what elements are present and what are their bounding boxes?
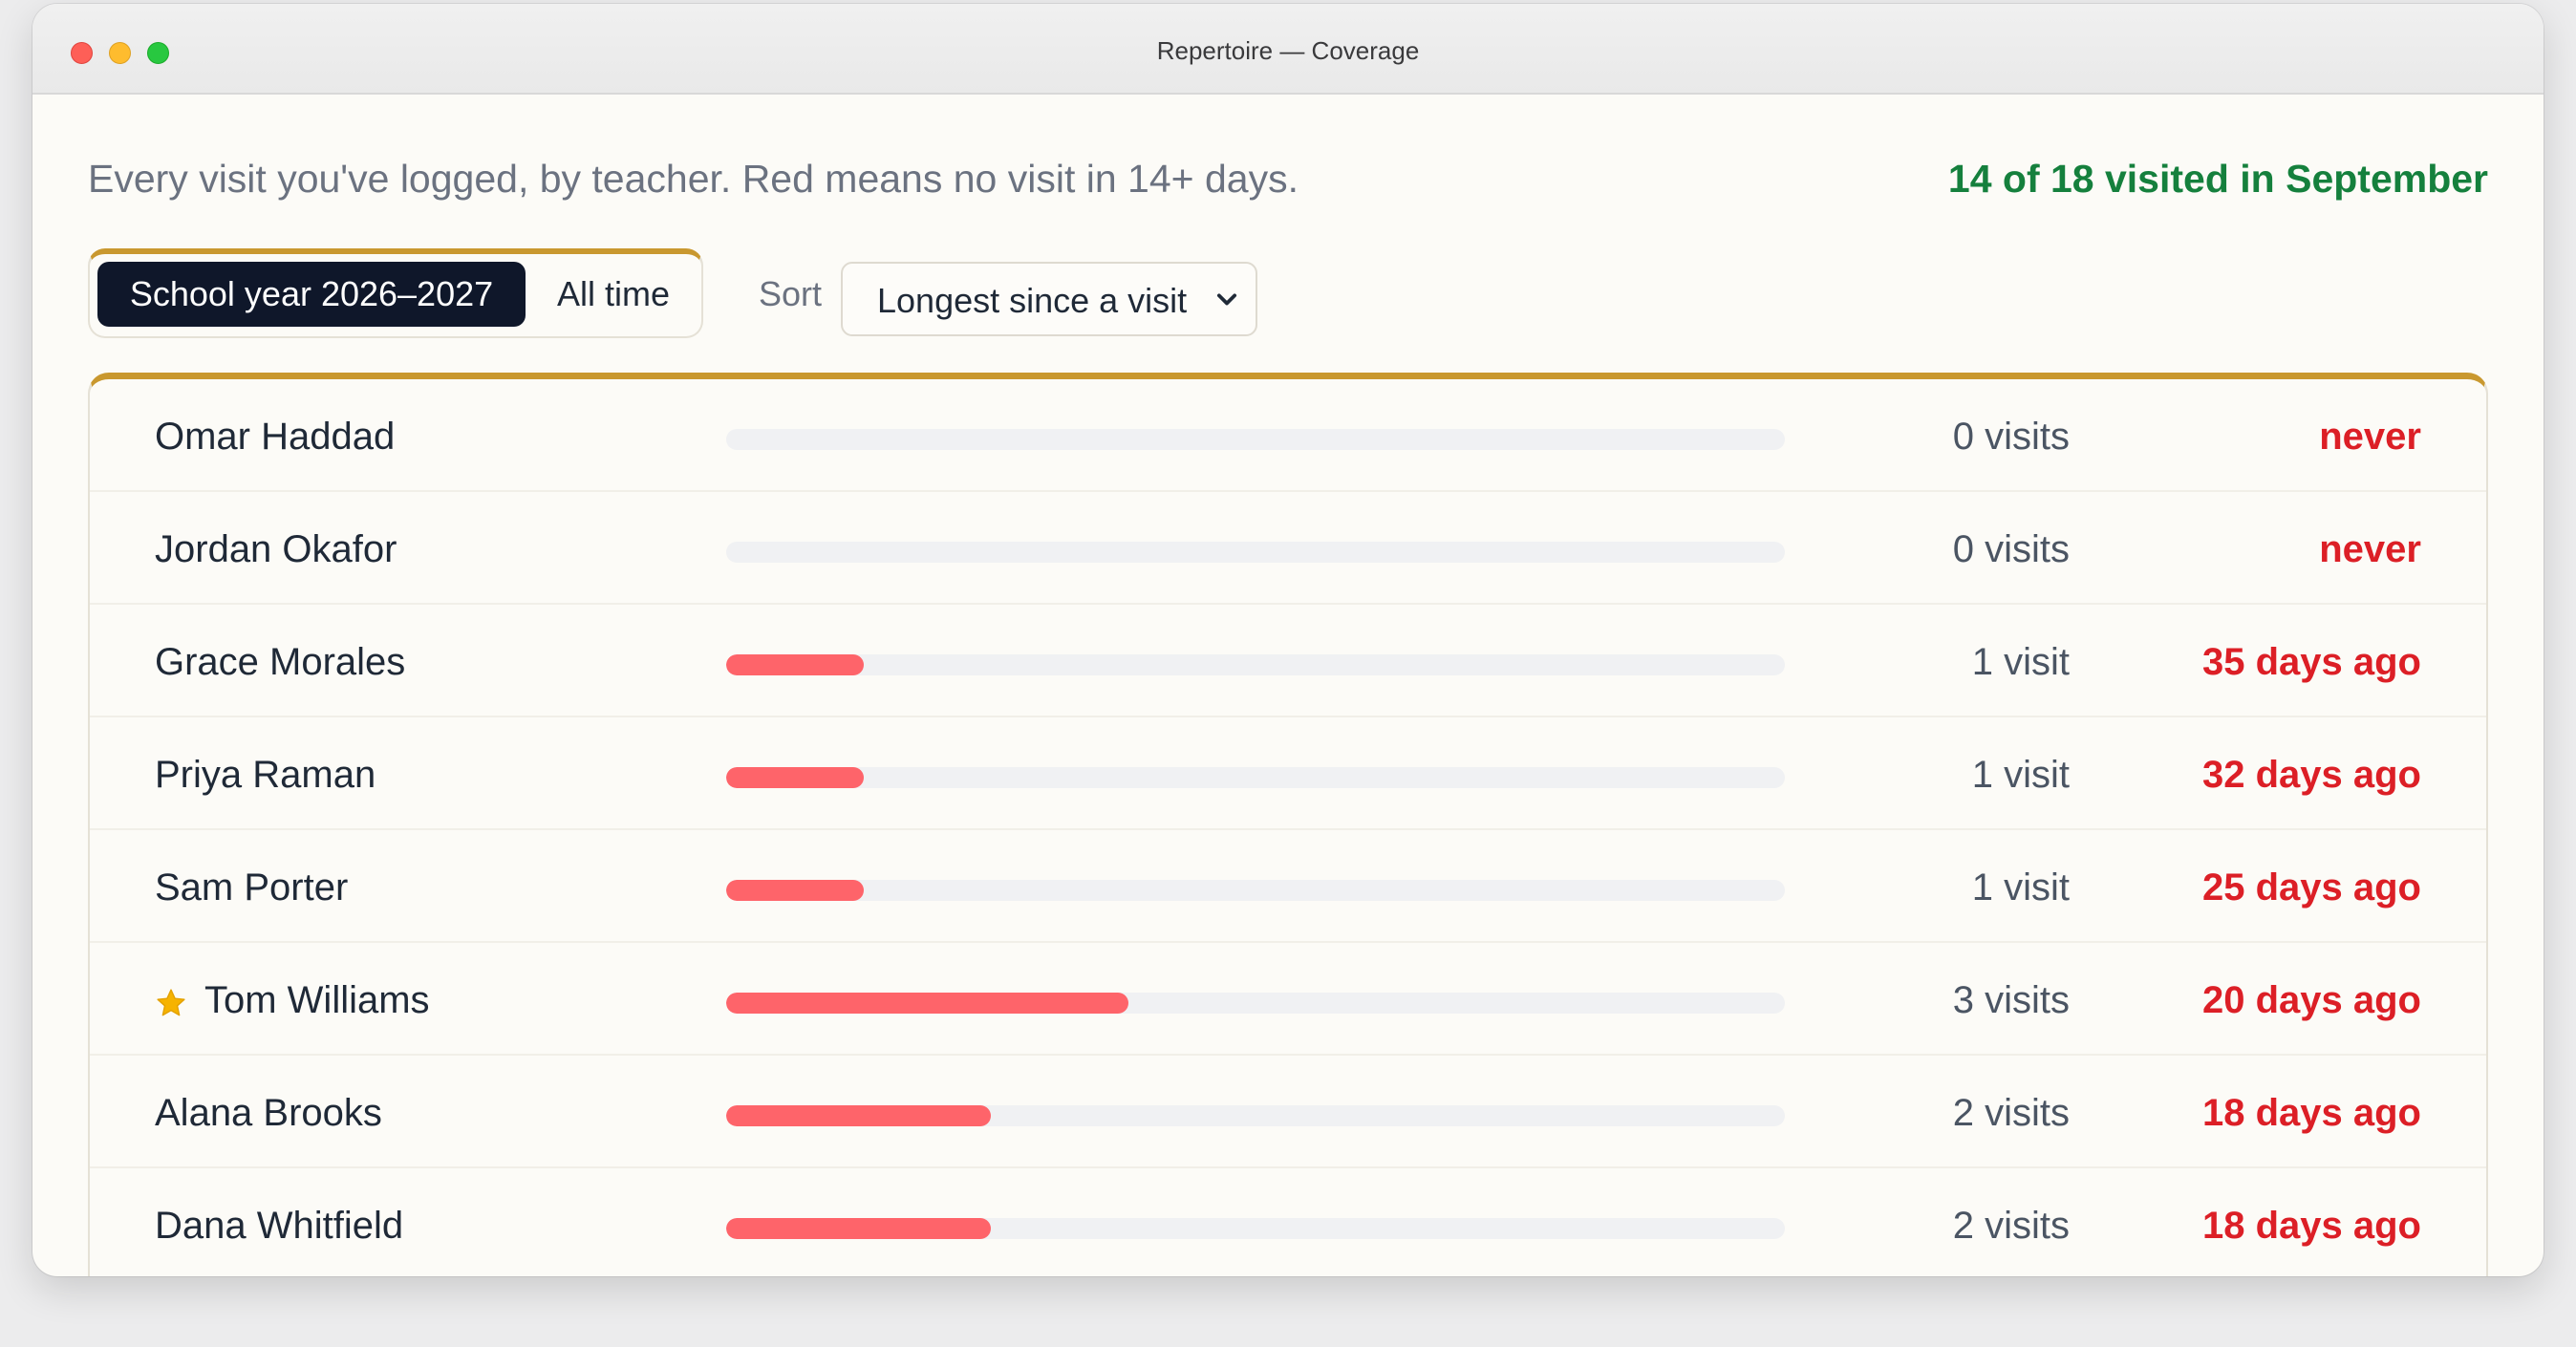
app-window: Repertoire — Coverage Every visit you've… <box>32 4 2544 1276</box>
teacher-name: Tom Williams <box>204 979 430 1021</box>
visit-bar-fill <box>726 1105 991 1126</box>
visit-count: 2 visits <box>1952 1092 2070 1134</box>
chevron-down-icon <box>1216 293 1237 306</box>
teacher-name: Dana Whitfield <box>155 1205 404 1247</box>
visit-bar-track <box>726 542 1785 563</box>
visit-bar-fill <box>726 767 865 788</box>
last-visit: 20 days ago <box>2201 979 2421 1021</box>
window-title: Repertoire — Coverage <box>1156 36 1420 65</box>
visit-bar-fill <box>726 993 1129 1014</box>
last-visit: 18 days ago <box>2201 1092 2421 1134</box>
teacher-name: Omar Haddad <box>155 416 396 458</box>
last-visit: 25 days ago <box>2201 866 2421 909</box>
visit-count: 1 visit <box>1971 866 2070 909</box>
visit-count: 1 visit <box>1971 754 2070 796</box>
teacher-row[interactable]: Grace Morales 1 visit 35 days ago <box>90 605 2486 717</box>
visit-count: 2 visits <box>1952 1205 2070 1247</box>
page-subtitle: Every visit you've logged, by teacher. R… <box>88 157 1299 201</box>
visit-count: 3 visits <box>1952 979 2070 1021</box>
sort-select-value: Longest since a visit <box>877 281 1188 320</box>
teacher-row[interactable]: Priya Raman 1 visit 32 days ago <box>90 717 2486 830</box>
coverage-summary: 14 of 18 visited in September <box>1947 157 2488 201</box>
last-visit: 35 days ago <box>2201 641 2421 683</box>
visit-bar-track <box>726 993 1785 1014</box>
segment-school-year[interactable]: School year 2026–2027 <box>97 262 526 327</box>
teacher-name: Priya Raman <box>155 754 376 796</box>
visit-bar-track <box>726 654 1785 675</box>
star-icon <box>157 989 185 1016</box>
visit-bar-track <box>726 429 1785 450</box>
visit-bar-fill <box>726 880 865 901</box>
last-visit: 18 days ago <box>2201 1205 2421 1247</box>
visit-count: 0 visits <box>1952 528 2070 570</box>
last-visit: never <box>2319 416 2421 458</box>
last-visit: 32 days ago <box>2201 754 2421 796</box>
visit-count: 1 visit <box>1971 641 2070 683</box>
segment-all-time[interactable]: All time <box>533 262 694 327</box>
visit-bar-track <box>726 1218 1785 1239</box>
teacher-row[interactable]: Tom Williams 3 visits 20 days ago <box>90 943 2486 1056</box>
teacher-coverage-list: Omar Haddad 0 visits never Jordan Okafor… <box>88 373 2488 1276</box>
sort-label: Sort <box>759 274 823 313</box>
period-segmented-control: School year 2026–2027 All time <box>88 248 703 338</box>
visit-bar-track <box>726 880 1785 901</box>
visit-count: 0 visits <box>1952 416 2070 458</box>
visit-bar-fill <box>726 654 865 675</box>
teacher-name: Grace Morales <box>155 641 406 683</box>
visit-bar-fill <box>726 1218 991 1239</box>
visit-bar-track <box>726 767 1785 788</box>
teacher-row[interactable]: Sam Porter 1 visit 25 days ago <box>90 830 2486 943</box>
teacher-row[interactable]: Omar Haddad 0 visits never <box>90 379 2486 492</box>
visit-bar-track <box>726 1105 1785 1126</box>
teacher-name: Sam Porter <box>155 866 349 909</box>
sort-select[interactable]: Longest since a visit <box>841 262 1257 336</box>
teacher-name: Jordan Okafor <box>155 528 397 570</box>
teacher-row[interactable]: Jordan Okafor 0 visits never <box>90 492 2486 605</box>
title-bar: Repertoire — Coverage <box>32 4 2544 95</box>
last-visit: never <box>2319 528 2421 570</box>
teacher-row[interactable]: Alana Brooks 2 visits 18 days ago <box>90 1056 2486 1168</box>
teacher-row[interactable]: Dana Whitfield 2 visits 18 days ago <box>90 1168 2486 1276</box>
teacher-name: Alana Brooks <box>155 1092 382 1134</box>
